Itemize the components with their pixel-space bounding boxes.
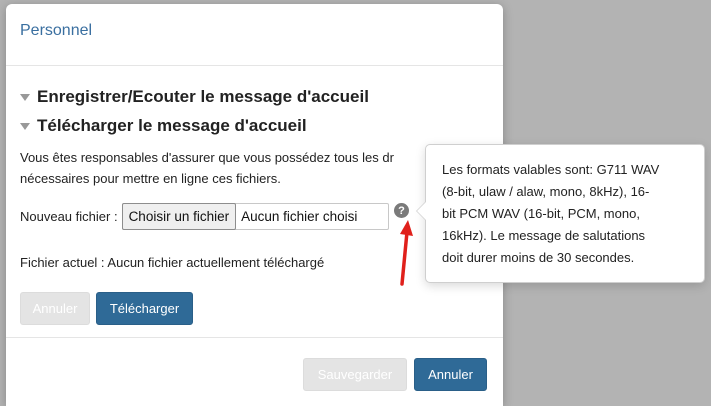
- section-record-toggle[interactable]: Enregistrer/Ecouter le message d'accueil: [20, 87, 369, 107]
- help-icon[interactable]: ?: [394, 203, 409, 218]
- current-file-status: Fichier actuel : Aucun fichier actuellem…: [20, 255, 325, 270]
- tooltip-pointer-fill: [417, 202, 426, 220]
- save-button[interactable]: Sauvegarder: [303, 358, 407, 391]
- tooltip-line-2: (8-bit, ulaw / alaw, mono, 8kHz), 16-: [442, 184, 650, 199]
- tooltip-line-3: bit PCM WAV (16-bit, PCM, mono,: [442, 206, 640, 221]
- file-upload-row: Nouveau fichier : Choisir un fichier Auc…: [20, 202, 389, 230]
- format-help-tooltip: Les formats valables sont: G711 WAV (8-b…: [416, 144, 705, 283]
- collapse-triangle-icon: [20, 93, 30, 101]
- modal-footer: Sauvegarder Annuler: [6, 337, 503, 406]
- modal-header: Personnel: [6, 4, 503, 66]
- section-record-label: Enregistrer/Ecouter le message d'accueil: [37, 87, 369, 106]
- modal-title: Personnel: [20, 22, 93, 39]
- rights-notice-line-1: Vous êtes responsables d'assurer que vou…: [20, 150, 394, 165]
- file-input[interactable]: Choisir un fichier Aucun fichier choisi: [121, 202, 389, 230]
- tooltip-line-4: 16kHz). Le message de salutations: [442, 228, 646, 243]
- tooltip-line-5: doit durer moins de 30 secondes.: [442, 250, 635, 265]
- new-file-label: Nouveau fichier :: [20, 209, 118, 224]
- tooltip-line-1: Les formats valables sont: G711 WAV: [442, 162, 660, 177]
- choose-file-button[interactable]: Choisir un fichier: [121, 202, 237, 230]
- upload-cancel-button[interactable]: Annuler: [20, 292, 90, 325]
- file-status: Aucun fichier choisi: [241, 209, 358, 224]
- section-upload-label: Télécharger le message d'accueil: [37, 116, 307, 135]
- footer-cancel-button[interactable]: Annuler: [414, 358, 487, 391]
- rights-notice-line-2: nécessaires pour mettre en ligne ces fic…: [20, 171, 281, 186]
- upload-button[interactable]: Télécharger: [96, 292, 193, 325]
- section-upload-toggle[interactable]: Télécharger le message d'accueil: [20, 116, 307, 136]
- collapse-triangle-icon: [20, 122, 30, 130]
- annotation-arrow-icon: [400, 220, 413, 286]
- rights-notice: Vous êtes responsables d'assurer que vou…: [20, 147, 490, 189]
